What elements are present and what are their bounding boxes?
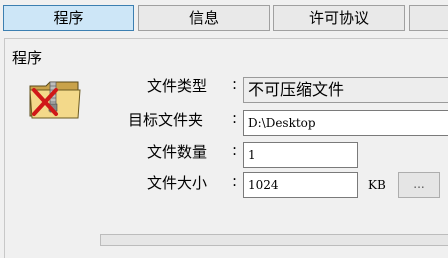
file-size-unit: KB [368,178,386,192]
tab-program[interactable]: 程序 [3,5,134,31]
colon: : [232,172,238,190]
tab-info[interactable]: 信息 [138,5,270,31]
group-title: 程序 [10,47,45,68]
file-size-field[interactable]: 1024 [243,172,358,198]
file-count-field[interactable]: 1 [243,142,358,168]
colon: : [232,141,238,159]
target-folder-label: 目标文件夹 [128,111,204,129]
program-panel [4,38,448,258]
target-folder-field[interactable]: D:\Desktop [243,110,448,136]
tab-more[interactable] [409,5,448,31]
progress-bar [100,234,448,246]
colon: : [232,109,238,127]
file-size-label: 文件大小 [147,174,208,192]
file-type-field[interactable]: 不可压缩文件 [243,77,448,103]
compressed-folder-blocked-icon [28,76,84,122]
tab-license[interactable]: 许可协议 [273,5,405,31]
colon: : [232,75,238,93]
browse-button[interactable]: ... [398,172,440,198]
tab-bar: 程序 信息 许可协议 [0,0,448,36]
file-type-label: 文件类型 [147,77,208,95]
file-count-label: 文件数量 [147,143,208,161]
